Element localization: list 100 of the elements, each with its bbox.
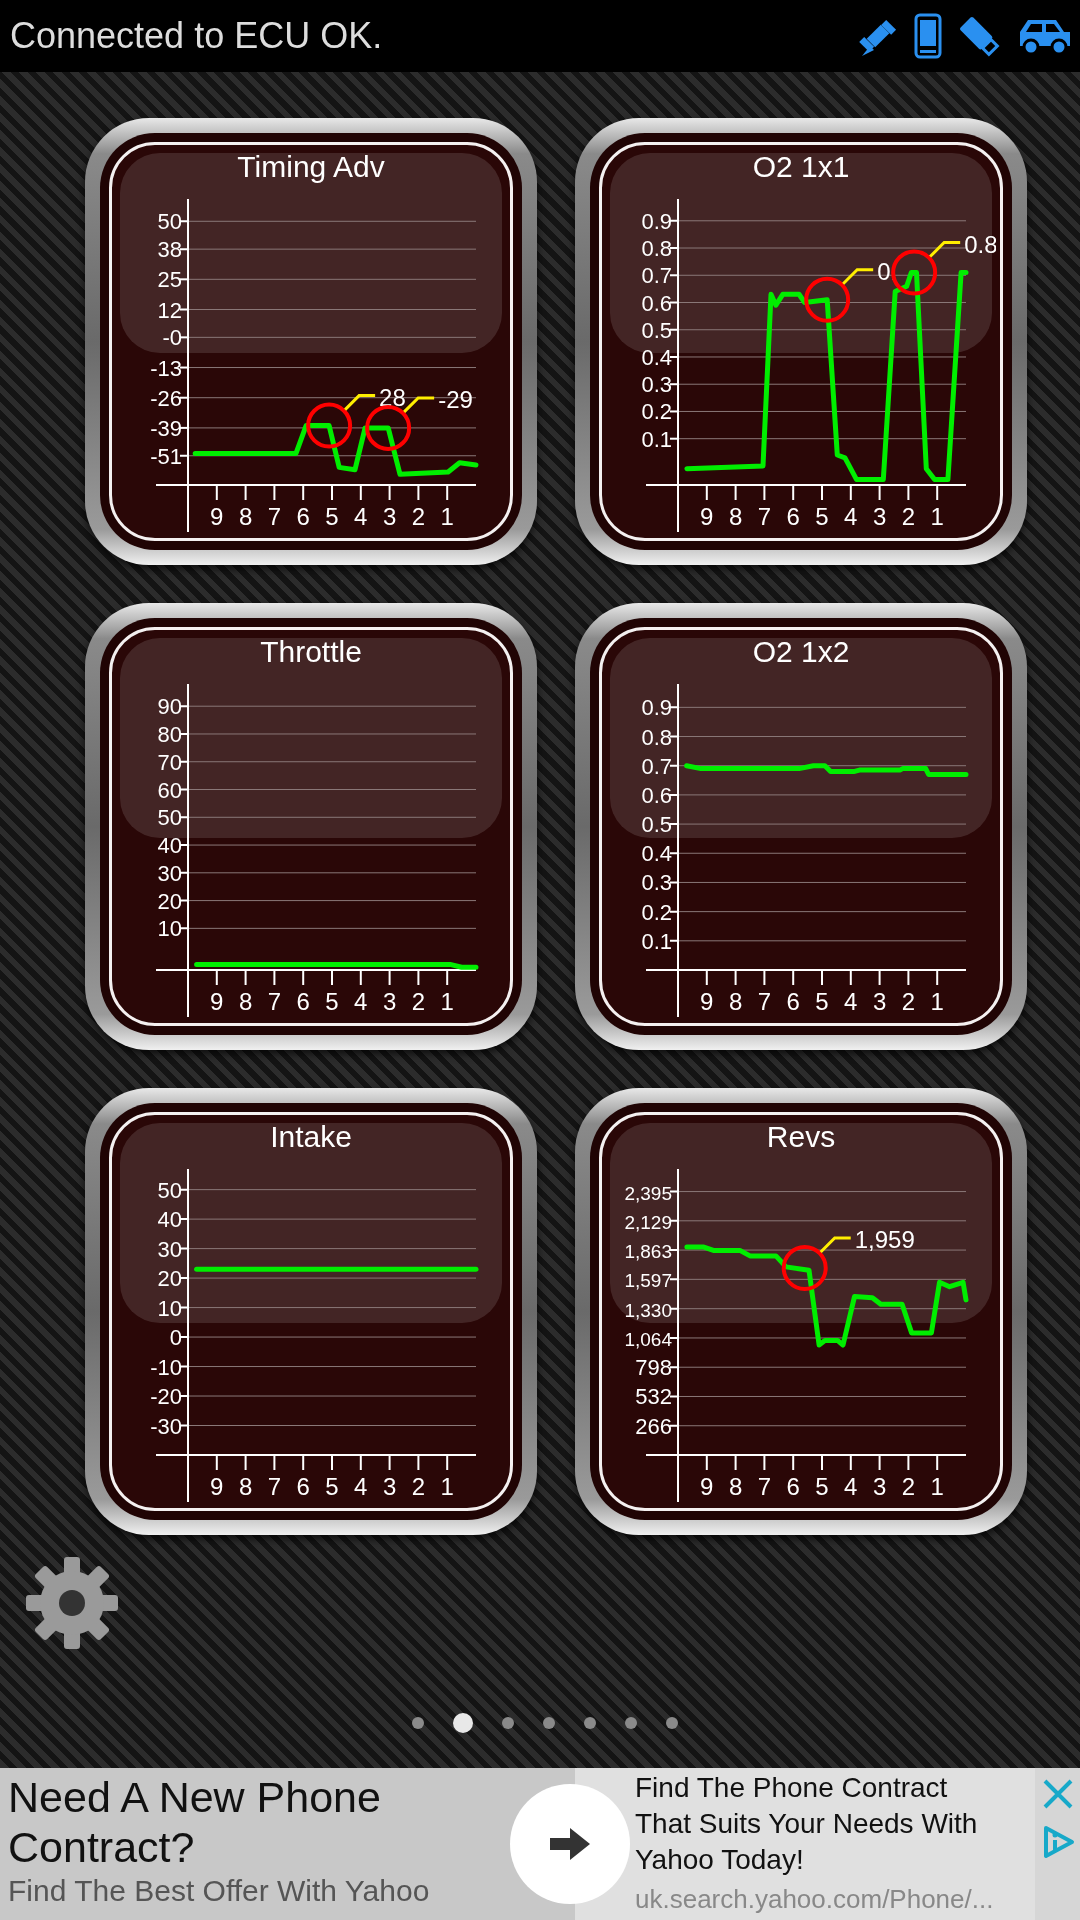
- ad-description: Find The Phone Contract That Suits Your Needs With Yahoo Today!: [635, 1771, 979, 1877]
- tick-label: 6: [296, 503, 310, 530]
- tick-label: 70: [157, 749, 182, 775]
- gauge-bezel[interactable]: Timing Adv 50 38 25 12 -0 -13 -26 -39 -51 9 8 7 6 5 4 3 2 1 28 -29: [85, 118, 537, 565]
- ad-url: uk.search.yahoo.com/Phone/...: [635, 1884, 995, 1915]
- ad-banner[interactable]: Need A New Phone Contract? Find The Best Offer With Yahoo Find The Phone Contract That Suits Your Needs With Yahoo Today! uk.search.yahoo.com/Phone/...: [0, 1768, 1080, 1920]
- tick-label: 5: [325, 503, 339, 530]
- tick-label: 1: [930, 988, 944, 1015]
- page-indicator-dot[interactable]: [453, 1713, 473, 1733]
- value-label: 0.8: [964, 230, 996, 258]
- tick-label: 0.8: [641, 236, 672, 262]
- tick-label: 1: [440, 988, 454, 1015]
- tick-label: 1,330: [624, 1299, 672, 1321]
- tick-label: 5: [815, 503, 829, 530]
- leader-line: [929, 241, 961, 258]
- tick-label: 2: [411, 503, 426, 530]
- tick-label: 2,395: [624, 1182, 672, 1204]
- tick-label: 0.7: [641, 263, 672, 289]
- tick-label: 9: [210, 988, 224, 1015]
- tick-label: 2: [411, 1473, 426, 1500]
- tick-label: -26: [150, 385, 182, 411]
- tick-label: 1: [440, 503, 454, 530]
- tick-label: 10: [157, 916, 182, 942]
- arrow-icon: [550, 1828, 590, 1860]
- tick-label: 40: [157, 833, 182, 859]
- gauge-bezel[interactable]: Throttle 90 80 70 60 50 40 30 20 10 9 8 7 6 5 4 3 2 1: [85, 603, 537, 1050]
- page-indicator-dot[interactable]: [666, 1717, 678, 1729]
- tick-label: 4: [354, 503, 368, 530]
- tick-label: 8: [728, 1473, 743, 1500]
- tick-label: 1,064: [624, 1328, 672, 1350]
- tick-label: 30: [157, 860, 182, 886]
- tick-label: 0.1: [641, 426, 672, 452]
- tick-label: 798: [635, 1355, 672, 1381]
- tick-label: 0.4: [641, 345, 672, 370]
- tick-label: 0.3: [641, 870, 672, 896]
- tick-label: 5: [815, 1473, 829, 1500]
- tick-label: 0.8: [641, 724, 672, 750]
- tick-label: 3: [382, 1473, 397, 1500]
- page-indicator-dot[interactable]: [543, 1717, 555, 1729]
- gauge-bezel[interactable]: Intake 50 40 30 20 10 0 -10 -20 -30 9 8 7 6 5 4 3 2 1: [85, 1088, 537, 1535]
- tick-label: -51: [150, 443, 182, 469]
- marker-circle: [365, 404, 412, 451]
- tick-label: 6: [296, 1473, 310, 1500]
- page-indicator-dot[interactable]: [584, 1717, 596, 1729]
- leader-line: [403, 396, 435, 413]
- tick-label: 9: [210, 1473, 224, 1500]
- page-indicator-dot[interactable]: [625, 1717, 637, 1729]
- tick-label: 6: [786, 503, 800, 530]
- gauge-title: Timing Adv: [237, 149, 385, 185]
- tick-label: 5: [325, 988, 339, 1015]
- tick-label: 1: [440, 1473, 454, 1500]
- tick-label: 6: [786, 1473, 800, 1500]
- tick-label: 7: [267, 988, 282, 1015]
- tick-label: 0.9: [641, 695, 672, 721]
- tick-label: 9: [700, 503, 714, 530]
- tick-label: 50: [157, 805, 182, 831]
- gauge-bezel[interactable]: Revs 2,395 2,129 1,863 1,597 1,330 1,064 798 532 266 9 8 7 6 5 4 3 2 1 1,959: [575, 1088, 1027, 1535]
- connection-status: Connected to ECU OK.: [10, 15, 383, 57]
- value-label: 28: [379, 383, 406, 411]
- tick-label: 5: [325, 1473, 339, 1500]
- tick-label: 9: [700, 1473, 714, 1500]
- tick-label: 0: [169, 1325, 182, 1351]
- tick-label: 9: [210, 503, 224, 530]
- leader-line: [819, 1236, 851, 1254]
- tick-label: 8: [728, 503, 743, 530]
- gauge-bezel[interactable]: O2 1x2 0.9 0.8 0.7 0.6 0.5 0.4 0.3 0.2 0.1 9 8 7 6 5 4 3 2 1: [575, 603, 1027, 1050]
- tick-label: 38: [157, 237, 182, 263]
- tick-label: 90: [157, 694, 182, 720]
- gauge-title: O2 1x1: [752, 149, 850, 185]
- marker-circle: [306, 402, 353, 449]
- value-label: -29: [438, 385, 473, 413]
- tick-label: 4: [844, 1473, 858, 1500]
- marker-circle: [891, 249, 938, 296]
- tick-label: 0.9: [641, 208, 672, 234]
- tick-label: 0.5: [641, 317, 672, 343]
- tick-label: 0.4: [641, 841, 672, 867]
- tick-label: 60: [157, 777, 182, 803]
- tick-label: 2: [901, 503, 916, 530]
- page-indicator-dot[interactable]: [502, 1717, 514, 1729]
- tick-label: 3: [382, 503, 397, 530]
- tick-label: -30: [150, 1413, 182, 1439]
- tick-label: 20: [157, 1266, 182, 1292]
- gauge-title: Throttle: [260, 634, 362, 670]
- tick-label: 8: [238, 503, 253, 530]
- tick-label: 9: [700, 988, 714, 1015]
- ad-headline: Need A New Phone Contract?: [8, 1772, 382, 1872]
- tick-label: 40: [157, 1207, 182, 1233]
- tick-label: 8: [238, 1473, 253, 1500]
- page-indicator-dot[interactable]: [412, 1717, 424, 1729]
- tick-label: 4: [354, 1473, 368, 1500]
- tick-label: 0.1: [641, 928, 672, 954]
- tick-label: 2: [411, 988, 426, 1015]
- tick-label: 0.6: [641, 290, 672, 316]
- tick-label: 6: [296, 988, 310, 1015]
- gauge-title: O2 1x2: [752, 634, 850, 670]
- tick-label: 1: [930, 1473, 944, 1500]
- leader-line: [344, 394, 376, 411]
- tick-label: 7: [267, 503, 282, 530]
- tick-label: 0.3: [641, 372, 672, 398]
- tick-label: 7: [757, 503, 772, 530]
